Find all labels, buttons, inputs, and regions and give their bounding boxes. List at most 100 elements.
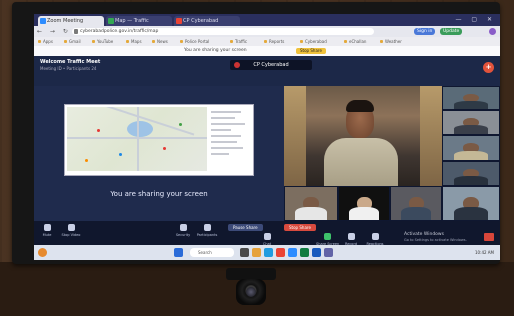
mute-button[interactable]: Mute [36,224,58,237]
map-pin-icon[interactable] [179,123,182,126]
panel-line [211,117,235,119]
main-speaker-video[interactable] [284,86,442,186]
activate-windows-title: Activate Windows [404,232,444,237]
participants-icon [203,224,211,231]
bookmark-item[interactable]: Apps [38,37,53,46]
bookmark-item[interactable]: Maps [126,37,142,46]
bookmark-item[interactable]: eChallan [344,37,366,46]
traffic-map[interactable] [67,107,207,171]
participant-tile[interactable] [442,135,500,161]
stop-share-mini-button[interactable]: Stop Share [296,48,326,54]
mute-icon [43,224,51,231]
stop-video-button[interactable]: Stop Video [60,224,82,237]
participant-tile[interactable] [338,186,390,221]
participant-body [454,125,488,134]
edge-icon[interactable] [264,248,273,257]
browser-tab[interactable]: Zoom Meeting [38,16,104,26]
participant-tile[interactable] [442,86,500,110]
sharing-message: You are sharing your screen [110,190,208,198]
active-speaker-label: CP Cyberabad [230,60,312,70]
curtain-left [284,86,306,186]
share-indicator-bar: You are sharing your screen Stop Share [34,46,500,56]
tv-monitor: Zoom Meeting Map — Traffic CP Cyberabad … [12,2,500,264]
participant-tile[interactable] [442,161,500,186]
security-icon [179,224,187,231]
participant-tile[interactable] [442,186,500,221]
bookmark-item[interactable]: Cyberabad [300,37,327,46]
address-bar: ← → ↻ cyberabadpolice.gov.in/traffic/map… [34,26,500,37]
system-tray-clock[interactable]: 10:42 AM [475,247,494,258]
signin-button[interactable]: Sign in [414,28,436,35]
panel-line [211,111,241,113]
shared-screen-stage: You are sharing your screen [34,86,284,221]
nav-buttons[interactable]: ← → ↻ [37,27,71,36]
map-pin-icon[interactable] [97,129,100,132]
mic-muted-icon [234,62,240,68]
map-pin-icon[interactable] [163,147,166,150]
excel-icon[interactable] [300,248,309,257]
video-gallery [284,86,500,221]
zoom-app-icon[interactable] [288,248,297,257]
screen: Zoom Meeting Map — Traffic CP Cyberabad … [34,14,500,260]
participant-tile[interactable] [442,110,500,135]
teams-icon[interactable] [324,248,333,257]
map-pin-icon[interactable] [119,153,122,156]
weather-icon[interactable] [38,248,47,257]
zoom-favicon-icon [40,18,46,24]
stop-share-button[interactable]: Stop Share [284,224,316,231]
panel-line [211,153,229,155]
participant-body [454,100,488,109]
profile-avatar[interactable] [489,28,496,35]
participant-body [454,207,488,220]
windows-taskbar: Search 10:42 AM [34,245,500,260]
curtain-right [420,86,442,186]
bookmark-item[interactable]: Traffic [230,37,247,46]
shared-window-preview [64,104,254,176]
participant-body [454,176,488,185]
chrome-icon[interactable] [276,248,285,257]
participant-tile[interactable] [390,186,442,221]
end-meeting-button[interactable] [484,233,494,241]
taskbar-search[interactable]: Search [190,248,234,257]
map-pin-icon[interactable] [85,159,88,162]
bookmark-item[interactable]: Reports [264,37,284,46]
panel-line [211,123,245,125]
panel-line [211,147,243,149]
participant-body [349,207,379,220]
bookmark-item[interactable]: Police Portal [180,37,209,46]
browser-tab[interactable]: CP Cyberabad [174,16,240,26]
bookmark-item[interactable]: Weather [380,37,402,46]
lake-shape [127,121,153,137]
activate-windows-sub: Go to Settings to activate Windows. [404,238,467,242]
task-view-icon[interactable] [240,248,249,257]
share-icon [323,233,331,240]
bookmark-item[interactable]: News [152,37,168,46]
participant-tile[interactable] [284,186,338,221]
url-input[interactable]: cyberabadpolice.gov.in/traffic/map [72,28,374,35]
meeting-title: Welcome Traffic Meet [40,59,101,65]
browser-tab[interactable]: Map — Traffic [106,16,172,26]
update-button[interactable]: Update [440,28,463,35]
share-indicator-text: You are sharing your screen [184,48,247,53]
lock-icon [74,29,78,34]
zoom-control-bar: Mute Stop Video Security Participants Pa… [34,221,500,246]
participants-button[interactable]: Participants [196,224,218,237]
map-favicon-icon [108,18,114,24]
site-favicon-icon [176,18,182,24]
speaker-uniform [324,138,398,186]
zoom-header: Welcome Traffic Meet Meeting ID • Partic… [34,56,500,86]
record-icon [347,233,355,240]
participant-body [401,207,431,220]
bookmark-item[interactable]: YouTube [92,37,113,46]
file-explorer-icon[interactable] [252,248,261,257]
panel-line [211,141,237,143]
bookmark-item[interactable]: Gmail [64,37,81,46]
security-button[interactable]: Security [172,224,194,237]
panel-line [211,135,241,137]
plus-icon[interactable]: + [483,62,494,73]
window-controls[interactable]: — ▢ ✕ [455,16,496,23]
word-icon[interactable] [312,248,321,257]
pause-share-button[interactable]: Pause Share [228,224,263,231]
start-icon[interactable] [174,248,183,257]
video-icon [67,224,75,231]
